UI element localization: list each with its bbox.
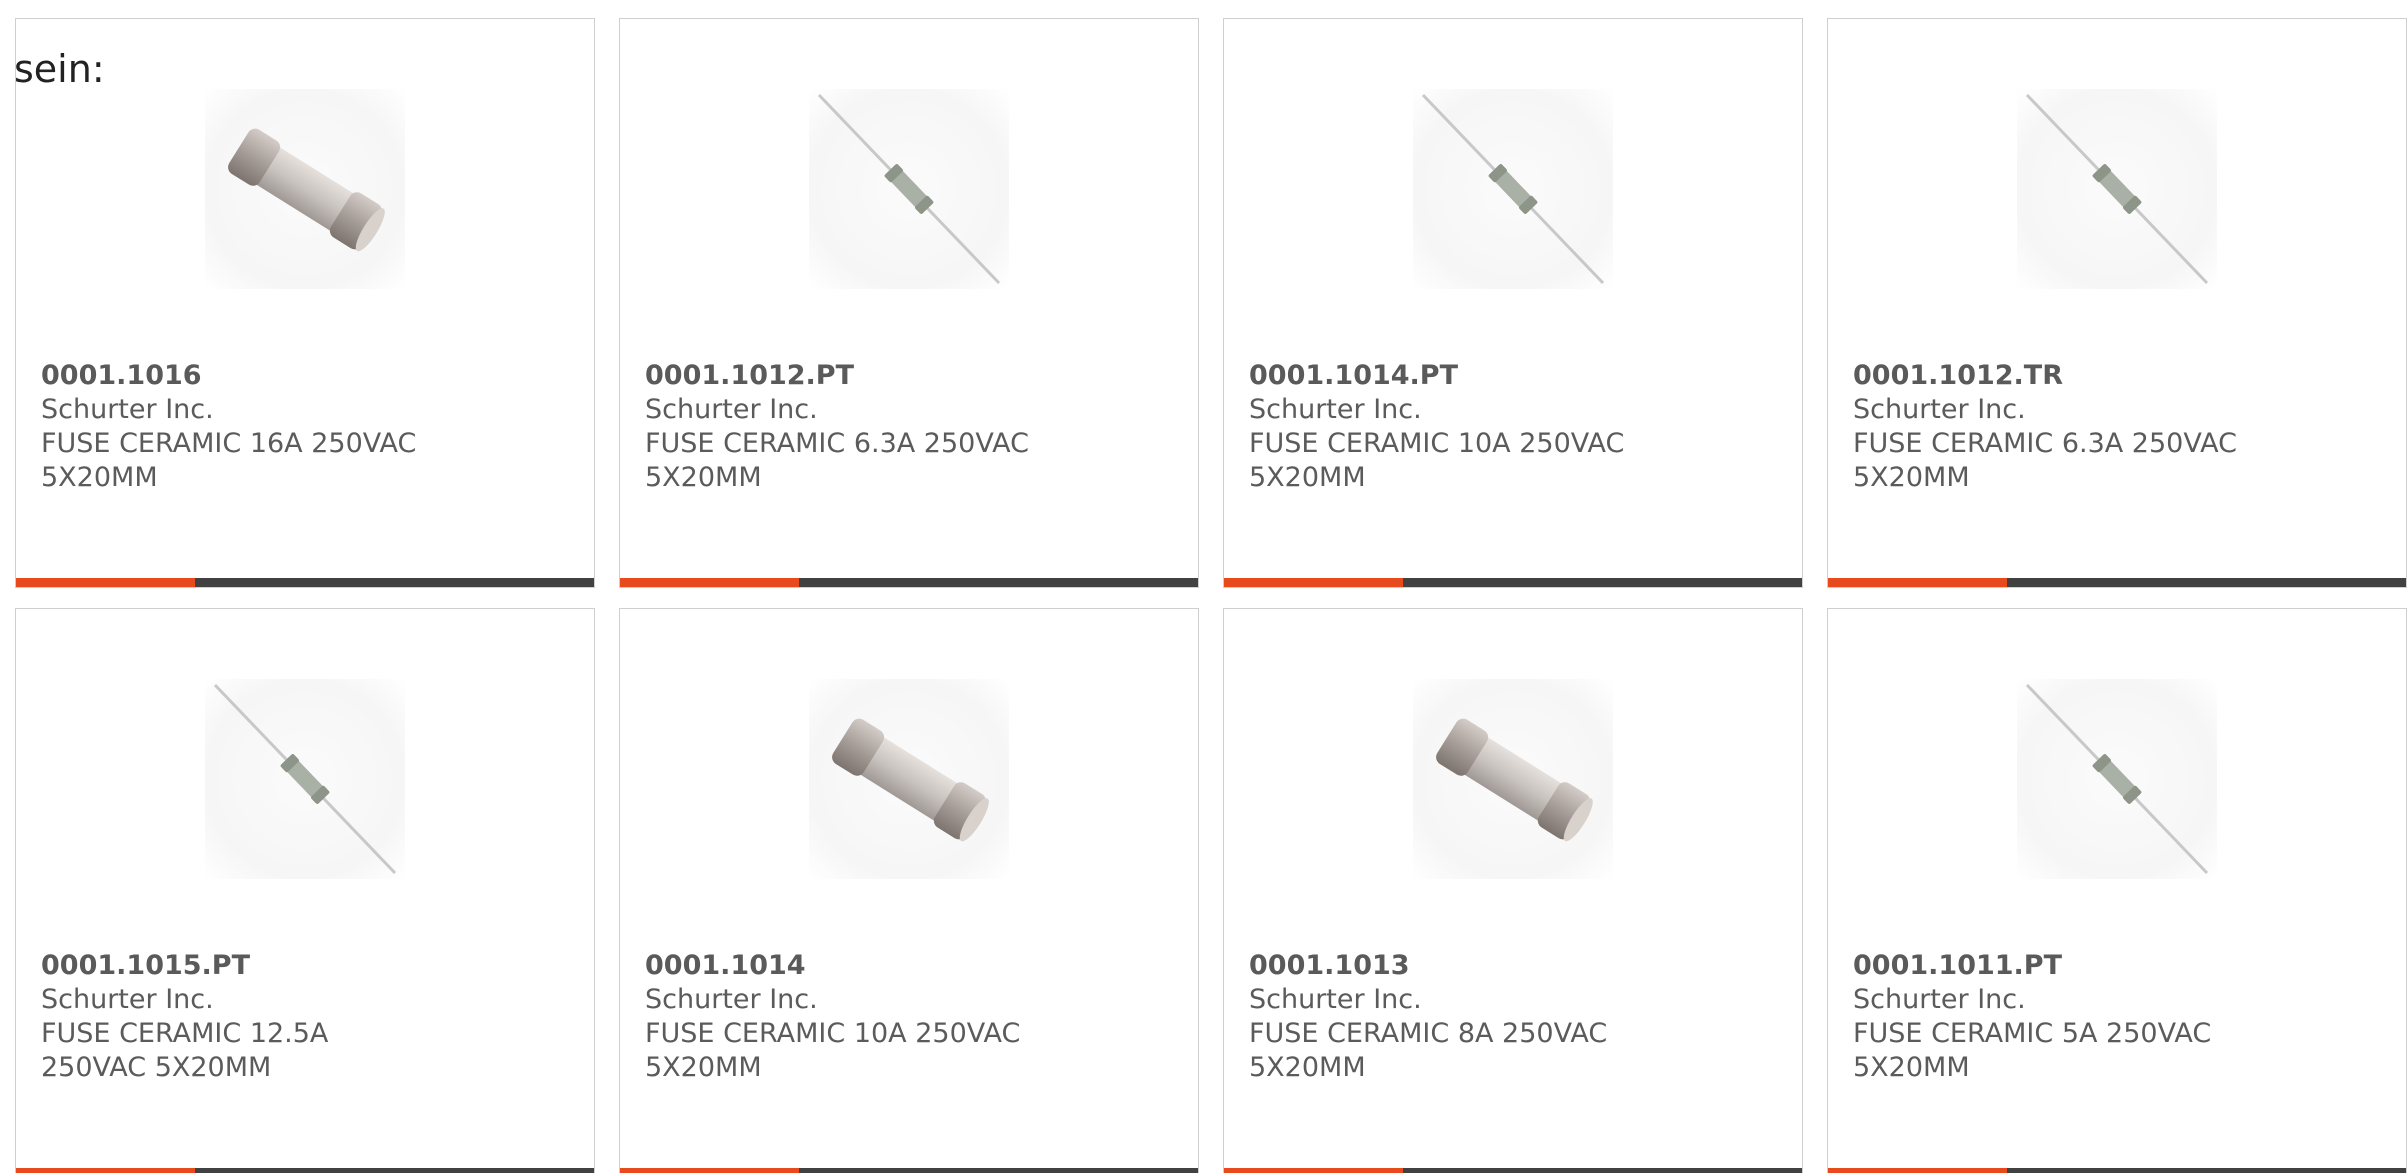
product-info: 0001.1012.TR Schurter Inc. FUSE CERAMIC … <box>1853 359 2381 495</box>
product-card[interactable]: 0001.1014.PT Schurter Inc. FUSE CERAMIC … <box>1223 18 1803 588</box>
description: FUSE CERAMIC 6.3A 250VAC 5X20MM <box>645 428 1029 493</box>
manufacturer: Schurter Inc. <box>41 394 214 425</box>
product-image[interactable] <box>205 89 405 289</box>
part-number-link[interactable]: 0001.1012.PT <box>645 359 1173 393</box>
cartridge-fuse-icon <box>228 128 385 252</box>
product-image[interactable] <box>1413 89 1613 289</box>
product-image[interactable] <box>2017 679 2217 879</box>
axial-lead-fuse-icon <box>1421 93 1605 285</box>
manufacturer: Schurter Inc. <box>41 984 214 1015</box>
card-accent-bar <box>1828 578 2406 587</box>
part-number-link[interactable]: 0001.1013 <box>1249 949 1777 983</box>
card-accent-fill <box>16 1168 196 1173</box>
card-accent-bar <box>16 578 594 587</box>
product-info: 0001.1013 Schurter Inc. FUSE CERAMIC 8A … <box>1249 949 1777 1085</box>
product-card[interactable]: 0001.1014 Schurter Inc. FUSE CERAMIC 10A… <box>619 608 1199 1173</box>
cartridge-fuse-icon <box>832 718 989 842</box>
description: FUSE CERAMIC 10A 250VAC 5X20MM <box>1249 428 1625 493</box>
axial-lead-fuse-icon <box>2025 93 2209 285</box>
card-accent-bar <box>1224 578 1802 587</box>
description: FUSE CERAMIC 6.3A 250VAC 5X20MM <box>1853 428 2237 493</box>
card-accent-fill <box>16 578 196 587</box>
card-accent-fill <box>1828 578 2008 587</box>
product-info: 0001.1012.PT Schurter Inc. FUSE CERAMIC … <box>645 359 1173 495</box>
product-card[interactable]: 0001.1013 Schurter Inc. FUSE CERAMIC 8A … <box>1223 608 1803 1173</box>
description: FUSE CERAMIC 8A 250VAC 5X20MM <box>1249 1018 1608 1083</box>
card-accent-bar <box>16 1168 594 1173</box>
product-image[interactable] <box>1413 679 1613 879</box>
part-number-link[interactable]: 0001.1016 <box>41 359 569 393</box>
card-accent-fill <box>1828 1168 2008 1173</box>
description: FUSE CERAMIC 12.5A 250VAC 5X20MM <box>41 1018 329 1083</box>
axial-lead-fuse-icon <box>213 683 397 875</box>
manufacturer: Schurter Inc. <box>1853 984 2026 1015</box>
description: FUSE CERAMIC 16A 250VAC 5X20MM <box>41 428 417 493</box>
product-card[interactable]: 0001.1015.PT Schurter Inc. FUSE CERAMIC … <box>15 608 595 1173</box>
product-image[interactable] <box>809 89 1009 289</box>
manufacturer: Schurter Inc. <box>1249 984 1422 1015</box>
product-image[interactable] <box>205 679 405 879</box>
heading-fragment: sein: <box>14 47 105 91</box>
manufacturer: Schurter Inc. <box>645 394 818 425</box>
part-number-link[interactable]: 0001.1015.PT <box>41 949 569 983</box>
product-card[interactable]: 0001.1012.TR Schurter Inc. FUSE CERAMIC … <box>1827 18 2407 588</box>
card-accent-fill <box>1224 578 1404 587</box>
card-accent-fill <box>620 578 800 587</box>
product-grid-page: 0001.1016 Schurter Inc. FUSE CERAMIC 16A… <box>0 0 2408 1173</box>
manufacturer: Schurter Inc. <box>645 984 818 1015</box>
card-accent-fill <box>1224 1168 1404 1173</box>
part-number-link[interactable]: 0001.1014.PT <box>1249 359 1777 393</box>
product-card[interactable]: 0001.1012.PT Schurter Inc. FUSE CERAMIC … <box>619 18 1199 588</box>
card-accent-bar <box>620 578 1198 587</box>
product-info: 0001.1011.PT Schurter Inc. FUSE CERAMIC … <box>1853 949 2381 1085</box>
product-image[interactable] <box>809 679 1009 879</box>
manufacturer: Schurter Inc. <box>1249 394 1422 425</box>
cartridge-fuse-icon <box>1436 718 1593 842</box>
product-info: 0001.1014 Schurter Inc. FUSE CERAMIC 10A… <box>645 949 1173 1085</box>
axial-lead-fuse-icon <box>817 93 1001 285</box>
product-grid: 0001.1016 Schurter Inc. FUSE CERAMIC 16A… <box>15 18 2407 1173</box>
card-accent-bar <box>620 1168 1198 1173</box>
product-info: 0001.1014.PT Schurter Inc. FUSE CERAMIC … <box>1249 359 1777 495</box>
description: FUSE CERAMIC 5A 250VAC 5X20MM <box>1853 1018 2212 1083</box>
card-accent-fill <box>620 1168 800 1173</box>
description: FUSE CERAMIC 10A 250VAC 5X20MM <box>645 1018 1021 1083</box>
product-card[interactable]: 0001.1011.PT Schurter Inc. FUSE CERAMIC … <box>1827 608 2407 1173</box>
card-accent-bar <box>1224 1168 1802 1173</box>
product-image[interactable] <box>2017 89 2217 289</box>
product-info: 0001.1015.PT Schurter Inc. FUSE CERAMIC … <box>41 949 569 1085</box>
part-number-link[interactable]: 0001.1012.TR <box>1853 359 2381 393</box>
product-info: 0001.1016 Schurter Inc. FUSE CERAMIC 16A… <box>41 359 569 495</box>
axial-lead-fuse-icon <box>2025 683 2209 875</box>
manufacturer: Schurter Inc. <box>1853 394 2026 425</box>
card-accent-bar <box>1828 1168 2406 1173</box>
part-number-link[interactable]: 0001.1011.PT <box>1853 949 2381 983</box>
part-number-link[interactable]: 0001.1014 <box>645 949 1173 983</box>
product-card[interactable]: 0001.1016 Schurter Inc. FUSE CERAMIC 16A… <box>15 18 595 588</box>
